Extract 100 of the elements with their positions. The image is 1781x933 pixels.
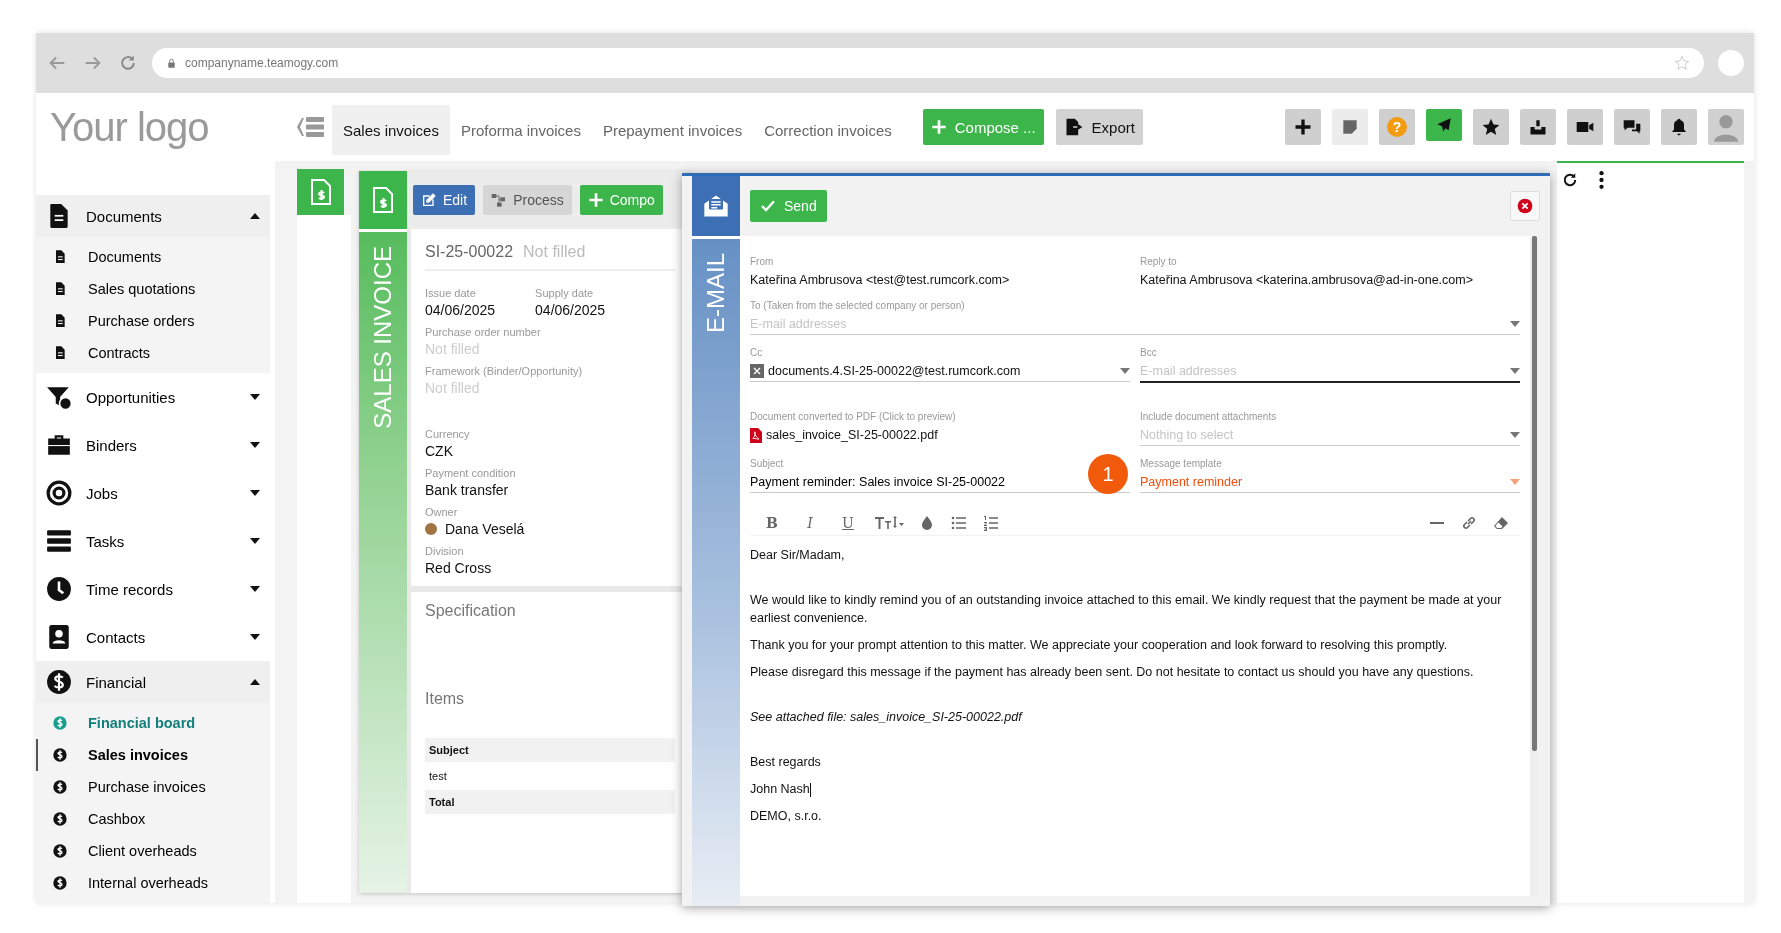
table-cell: Total bbox=[425, 790, 675, 814]
refresh-icon bbox=[1561, 171, 1579, 189]
video-camera-button[interactable] bbox=[1567, 109, 1603, 145]
lock-icon bbox=[166, 57, 177, 69]
dropdown-field[interactable]: Payment reminder bbox=[1140, 474, 1520, 493]
field-label: Include document attachments bbox=[1140, 411, 1278, 422]
sidebar-item[interactable]: Purchase invoices bbox=[36, 771, 270, 803]
tab[interactable]: Sales invoices bbox=[332, 105, 450, 155]
export-button[interactable]: Export bbox=[1055, 109, 1143, 145]
tab[interactable]: Prepayment invoices bbox=[591, 105, 754, 155]
tray-button[interactable] bbox=[1520, 109, 1556, 145]
sidebar-group[interactable]: Binders bbox=[36, 421, 270, 469]
field-value: Kateřina Ambrusova <test@test.rumcork.com> bbox=[750, 272, 1011, 288]
sidebar-group[interactable]: Opportunities bbox=[36, 373, 270, 421]
field-value: CZK bbox=[425, 443, 454, 459]
sidebar-item[interactable]: Cashbox bbox=[36, 803, 270, 835]
star-icon bbox=[1481, 117, 1501, 137]
sidebar-item[interactable]: Contracts bbox=[36, 337, 270, 369]
bullet-list-icon[interactable] bbox=[950, 515, 968, 531]
caret-icon bbox=[250, 442, 260, 448]
sidebar-item[interactable]: Sales invoices bbox=[36, 739, 270, 771]
bell-button[interactable] bbox=[1661, 109, 1697, 145]
sidebar-item[interactable]: Financial board bbox=[36, 707, 270, 739]
step-number-badge: 1 bbox=[1088, 454, 1128, 494]
message-paragraph: Best regards bbox=[750, 754, 822, 771]
sidebar-group[interactable]: Documents bbox=[36, 195, 270, 237]
sidebar-group[interactable]: Contacts bbox=[36, 613, 270, 661]
sidebar-group[interactable]: Time records bbox=[36, 565, 270, 613]
target-icon bbox=[46, 480, 72, 506]
edit-button[interactable]: Edit bbox=[413, 185, 476, 215]
tray-icon bbox=[1528, 117, 1548, 137]
note-button[interactable] bbox=[1332, 109, 1368, 145]
dropdown-arrow-icon bbox=[1120, 368, 1130, 374]
funnel-icon bbox=[46, 384, 72, 410]
address-bar[interactable]: companyname.teamogy.com bbox=[152, 48, 1704, 78]
underline-button[interactable]: U bbox=[836, 515, 860, 531]
tab[interactable]: Proforma invoices bbox=[449, 105, 592, 155]
sidebar-group[interactable]: Tasks bbox=[36, 517, 270, 565]
section-heading: Items bbox=[425, 690, 466, 708]
menu-collapse-icon[interactable] bbox=[296, 114, 326, 140]
field-value: Kateřina Ambrusova <katerina.ambrusova@ad-in-one.com> bbox=[1140, 272, 1474, 288]
message-paragraph: Thank you for your prompt attention to this matter. We appreciate your cooperation and look forward to resolving this promptly. bbox=[750, 637, 1449, 654]
sidebar-item[interactable]: Documents bbox=[36, 241, 270, 273]
dollar-icon bbox=[46, 669, 72, 695]
table-cell-text: test bbox=[428, 769, 448, 784]
process-button[interactable]: Process bbox=[483, 185, 572, 215]
plus-icon bbox=[587, 192, 604, 208]
sidebar-group[interactable]: Jobs bbox=[36, 469, 270, 517]
pdf-file-icon bbox=[750, 427, 762, 443]
sidebar-item[interactable]: Sales quotations bbox=[36, 273, 270, 305]
message-paragraph: See attached file: sales_invoice_SI-25-00022.pdf bbox=[750, 709, 1024, 726]
invoice-icon bbox=[372, 186, 394, 214]
field-value: Dana Veselá bbox=[445, 521, 525, 537]
field-label: Purchase order number bbox=[425, 326, 542, 338]
field-label: Currency bbox=[425, 428, 471, 440]
field-label: Owner bbox=[425, 506, 459, 518]
plus-button[interactable] bbox=[1285, 109, 1321, 145]
email-input[interactable]: E-mail addresses bbox=[750, 317, 1506, 331]
panel-title: E-MAIL bbox=[702, 253, 730, 333]
remove-icon[interactable] bbox=[750, 364, 764, 378]
eraser-icon[interactable] bbox=[1492, 515, 1510, 531]
caret-icon bbox=[250, 213, 260, 219]
bell-icon bbox=[1669, 117, 1689, 137]
reload-icon bbox=[118, 53, 138, 73]
italic-button[interactable]: I bbox=[798, 515, 822, 531]
invoice-tab[interactable] bbox=[297, 169, 344, 215]
bold-button[interactable]: B bbox=[760, 515, 784, 531]
chat-bubbles-button[interactable] bbox=[1614, 109, 1650, 145]
logo-text: Your logo bbox=[49, 104, 210, 150]
sidebar-group[interactable]: Financial bbox=[36, 661, 270, 703]
email-input[interactable]: E-mail addresses bbox=[1140, 364, 1506, 378]
star-outline-icon bbox=[1674, 55, 1690, 71]
dropdown-arrow-icon bbox=[1510, 321, 1520, 327]
field-label: Issue date bbox=[425, 287, 477, 299]
link-icon[interactable] bbox=[1460, 515, 1478, 531]
invoice-name: Not filled bbox=[523, 243, 586, 261]
dropdown-arrow-icon bbox=[1510, 368, 1520, 374]
dollar-icon bbox=[52, 715, 68, 731]
tab[interactable]: Correction invoices bbox=[753, 105, 903, 155]
field-value: Red Cross bbox=[425, 560, 493, 576]
sidebar-item[interactable]: Purchase orders bbox=[36, 305, 270, 337]
field-label: Supply date bbox=[535, 287, 595, 299]
file-link[interactable]: sales_invoice_SI-25-00022.pdf bbox=[766, 428, 938, 442]
star-button[interactable] bbox=[1473, 109, 1509, 145]
close-icon bbox=[1517, 198, 1533, 214]
caret-icon bbox=[250, 394, 260, 400]
field-label: Bcc bbox=[1140, 347, 1158, 358]
input-field[interactable]: documents.4.SI-25-00022@test.rumcork.com bbox=[750, 363, 1130, 382]
stack-icon bbox=[46, 528, 72, 554]
field-label: Reply to bbox=[1140, 256, 1178, 267]
sidebar-item[interactable]: Internal overheads bbox=[36, 867, 270, 899]
paper-plane-button[interactable] bbox=[1426, 109, 1462, 141]
dropdown-arrow-icon bbox=[1510, 432, 1520, 438]
sidebar-item[interactable]: Client overheads bbox=[36, 835, 270, 867]
font-size-icon[interactable] bbox=[874, 515, 904, 531]
caret-icon bbox=[250, 490, 260, 496]
close-button[interactable] bbox=[1510, 191, 1540, 221]
numbered-list-icon[interactable] bbox=[982, 515, 1000, 531]
caret-icon bbox=[250, 586, 260, 592]
field-value: 04/06/2025 bbox=[425, 302, 496, 318]
